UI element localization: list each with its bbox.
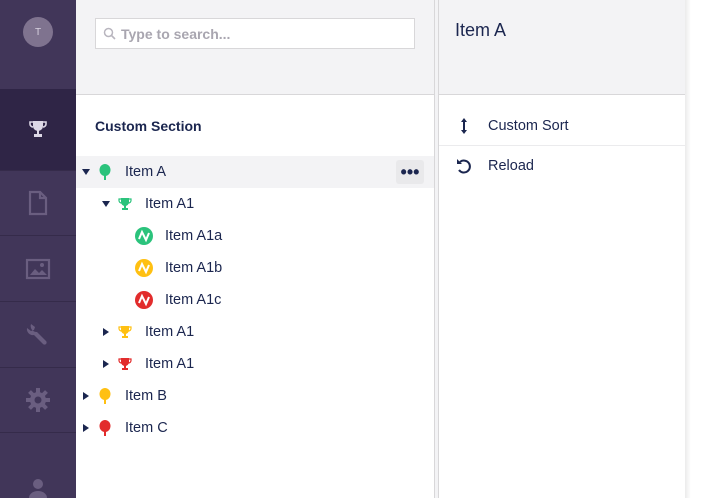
action-custom-sort[interactable]: Custom Sort — [439, 107, 685, 146]
sidebar-item-settings[interactable] — [0, 366, 76, 433]
tree-node-label: Item A1 — [145, 356, 195, 372]
trophy-icon — [117, 356, 133, 372]
tree-node-item-a1[interactable]: Item A1 — [76, 188, 434, 220]
actions-panel: Item A Custom Sort Reload — [439, 0, 685, 498]
reload-icon — [455, 158, 473, 174]
caret-right-icon[interactable] — [81, 424, 91, 432]
tree-node-label: Item A1b — [165, 260, 223, 276]
tree-node-item-a1-yellow[interactable]: Item A1 — [76, 316, 434, 348]
tree-panel: Custom Section Item A ••• Item A1 — [76, 0, 434, 498]
tree-node-item-a1a[interactable]: Item A1a — [76, 220, 434, 252]
wave-icon — [135, 291, 153, 309]
tree-node-item-c[interactable]: Item C — [76, 412, 434, 444]
more-actions-button[interactable]: ••• — [396, 160, 424, 184]
tree-icon — [97, 164, 113, 180]
sort-icon — [455, 118, 473, 134]
tree-node-label: Item A — [125, 164, 167, 180]
tree-header — [76, 0, 434, 95]
main-sidebar: T — [0, 0, 76, 498]
wave-icon — [135, 227, 153, 245]
sidebar-item-custom[interactable] — [0, 89, 76, 170]
tree-node-label: Item A1 — [145, 196, 195, 212]
tree-node-item-a1-red[interactable]: Item A1 — [76, 348, 434, 380]
action-label: Custom Sort — [488, 118, 569, 134]
avatar[interactable]: T — [23, 17, 53, 47]
wave-icon — [135, 259, 153, 277]
content-tree: Item A ••• Item A1 Item A1a Item A1b Ite… — [76, 156, 434, 444]
background-area — [685, 0, 728, 498]
trophy-icon — [117, 196, 133, 212]
search-input[interactable] — [121, 25, 401, 42]
tree-node-label: Item A1a — [165, 228, 223, 244]
user-icon — [29, 479, 47, 498]
tree-icon — [97, 388, 113, 404]
tree-node-item-a[interactable]: Item A ••• — [76, 156, 434, 188]
tree-node-label: Item C — [125, 420, 168, 436]
tree-node-item-b[interactable]: Item B — [76, 380, 434, 412]
tree-node-label: Item A1 — [145, 324, 195, 340]
caret-down-icon[interactable] — [81, 169, 91, 175]
tree-node-label: Item A1c — [165, 292, 222, 308]
trophy-icon — [117, 324, 133, 340]
search-box[interactable] — [95, 18, 415, 49]
search-icon — [103, 27, 116, 40]
caret-right-icon[interactable] — [81, 392, 91, 400]
tree-icon — [97, 420, 113, 436]
image-icon — [25, 258, 51, 279]
tree-node-item-a1b[interactable]: Item A1b — [76, 252, 434, 284]
sidebar-item-media[interactable] — [0, 235, 76, 301]
trophy-icon — [29, 121, 47, 138]
caret-right-icon[interactable] — [101, 328, 111, 336]
section-title: Custom Section — [95, 118, 202, 134]
sidebar-item-settings-tools[interactable] — [0, 301, 76, 367]
caret-down-icon[interactable] — [101, 201, 111, 207]
sidebar-item-users[interactable] — [0, 432, 76, 498]
actions-header: Item A — [439, 0, 685, 95]
document-icon — [28, 190, 48, 216]
tree-node-label: Item B — [125, 388, 167, 404]
gear-icon — [26, 388, 50, 412]
wrench-icon — [26, 324, 47, 345]
caret-right-icon[interactable] — [101, 360, 111, 368]
actions-title: Item A — [455, 20, 507, 40]
avatar-area: T — [0, 0, 76, 89]
sidebar-item-content[interactable] — [0, 169, 76, 236]
action-label: Reload — [488, 157, 534, 174]
tree-node-item-a1c[interactable]: Item A1c — [76, 284, 434, 316]
action-reload[interactable]: Reload — [439, 146, 685, 185]
